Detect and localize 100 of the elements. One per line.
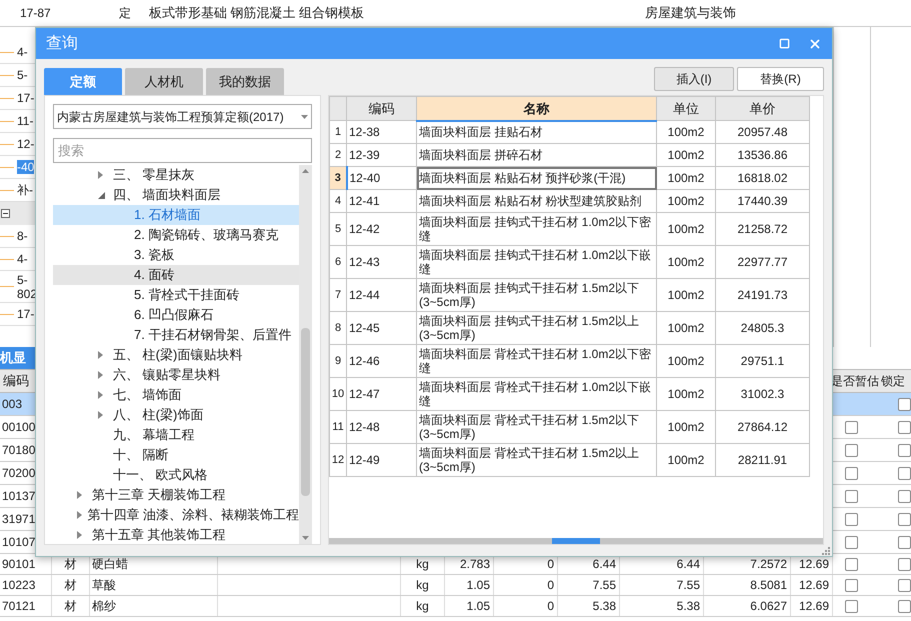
table-row[interactable]: 6 12-43 墙面块料面层 挂钩式干挂石材 1.0m2以下嵌缝 100m2 22977.77	[330, 246, 810, 278]
tree-item[interactable]: 九、 幕墙工程	[53, 425, 299, 445]
checkbox[interactable]	[845, 600, 858, 612]
tree-item[interactable]: 三、 零星抹灰	[53, 165, 299, 185]
tree-item[interactable]: 5. 背栓式干挂面砖	[53, 285, 299, 305]
tree-label: 七、 墙饰面	[113, 386, 182, 404]
scroll-thumb[interactable]	[301, 328, 310, 496]
checkbox[interactable]	[845, 536, 858, 548]
collapsed-triangle-icon[interactable]	[77, 491, 82, 499]
checkbox[interactable]	[898, 558, 911, 570]
checkbox[interactable]	[898, 420, 911, 434]
column-header[interactable]: 名称	[416, 96, 656, 120]
close-icon[interactable]	[808, 36, 822, 50]
tree-item[interactable]: 2. 陶瓷锦砖、玻璃马赛克	[53, 225, 299, 245]
tree-item[interactable]: 七、 墙饰面	[53, 385, 299, 405]
table-row[interactable]: 8 12-45 墙面块料面层 挂钩式干挂石材 1.5m2以上(3~5cm厚) 100m2 24805.3	[330, 312, 810, 344]
column-header[interactable]: 单价	[716, 96, 810, 120]
column-header[interactable]: 单位	[656, 96, 716, 120]
table-row[interactable]: 12 12-49 墙面块料面层 背栓式干挂石材 1.5m2以上(3~5cm厚) 100m2 28211.91	[330, 444, 810, 476]
scroll-thumb[interactable]	[552, 538, 600, 544]
code-cell[interactable]: 12-	[17, 137, 34, 151]
table-row[interactable]: 10 12-47 墙面块料面层 背栓式干挂石材 1.0m2以下嵌缝 100m2 31002.3	[330, 378, 810, 410]
checkbox[interactable]	[845, 490, 858, 502]
table-row[interactable]: 9 12-46 墙面块料面层 背栓式干挂石材 1.0m2以下密缝 100m2 29751.1	[330, 344, 810, 378]
table-row[interactable]: 3 12-40 墙面块料面层 粘贴石材 预拌砂浆(干混) 100m2 16818.02	[330, 166, 810, 190]
table-cell: 12-38	[346, 120, 416, 144]
expanded-triangle-icon[interactable]	[98, 192, 105, 198]
checkbox[interactable]	[845, 444, 858, 456]
tree-item[interactable]: 八、 柱(梁)饰面	[53, 405, 299, 425]
collapsed-triangle-icon[interactable]	[77, 511, 82, 519]
table-row[interactable]: 11 12-48 墙面块料面层 背栓式干挂石材 1.5m2以下(3~5cm厚) 100m2 27864.12	[330, 410, 810, 444]
collapsed-triangle-icon[interactable]	[98, 351, 103, 359]
scrollbar[interactable]	[299, 165, 312, 544]
checkbox[interactable]	[845, 578, 858, 592]
action-button[interactable]: 替换(R)	[737, 67, 824, 91]
library-dropdown[interactable]: 内蒙古房屋建筑与装饰工程预算定额(2017)	[53, 104, 312, 129]
tree-item[interactable]: 7. 干挂石材钢骨架、后置件	[53, 325, 299, 345]
horizontal-scrollbar[interactable]	[329, 538, 823, 544]
tree-item[interactable]: 3. 瓷板	[53, 245, 299, 265]
maximize-icon[interactable]	[779, 38, 790, 49]
checkbox[interactable]	[898, 444, 911, 456]
table-row[interactable]: 2 12-39 墙面块料面层 拼碎石材 100m2 13536.86	[330, 144, 810, 166]
checkbox[interactable]	[845, 466, 858, 480]
search-field[interactable]: 搜索	[53, 138, 312, 163]
collapsed-triangle-icon[interactable]	[77, 531, 82, 539]
code-cell[interactable]: 4-	[17, 252, 28, 266]
tab[interactable]: 我的数据	[206, 68, 284, 95]
scroll-down-icon[interactable]	[302, 536, 309, 540]
code-cell[interactable]: 11-	[17, 114, 34, 128]
action-button[interactable]: 插入(I)	[654, 67, 734, 91]
checkbox[interactable]	[898, 512, 911, 526]
table-row[interactable]: 7 12-44 墙面块料面层 挂钩式干挂石材 1.5m2以下(3~5cm厚) 100m2 24191.73	[330, 278, 810, 312]
row-number: 11	[330, 410, 346, 444]
tree-item[interactable]: 第十四章 油漆、涂料、裱糊装饰工程	[53, 505, 299, 525]
code-cell[interactable]: 8-	[17, 229, 28, 243]
column-header[interactable]: 编码	[346, 96, 416, 120]
table-row[interactable]: 5 12-42 墙面块料面层 挂钩式干挂石材 1.0m2以下密缝 100m2 21258.72	[330, 212, 810, 246]
tree-item[interactable]: 十、 隔断	[53, 445, 299, 465]
code-cell[interactable]: 补-	[17, 183, 33, 197]
code-cell[interactable]: 17-	[17, 307, 34, 321]
checkbox[interactable]	[898, 536, 911, 548]
collapsed-triangle-icon[interactable]	[98, 411, 103, 419]
checkbox[interactable]	[845, 512, 858, 526]
tree-item[interactable]: 十一、 欧式风格	[53, 465, 299, 485]
code-cell[interactable]: 5-	[17, 68, 28, 82]
code-cell[interactable]: 17-	[17, 91, 34, 105]
table-row[interactable]: 70121 材 棉纱 kg 1.05 0 5.38 5.38 6.0627 12.69	[0, 596, 911, 617]
table-cell: 12-48	[346, 410, 416, 444]
checkbox[interactable]	[898, 600, 911, 612]
tree-item[interactable]: 四、 墙面块料面层	[53, 185, 299, 205]
checkbox[interactable]	[898, 578, 911, 592]
tree-item[interactable]: 4. 面砖	[53, 265, 299, 285]
collapse-box-icon[interactable]	[1, 209, 10, 218]
checkbox[interactable]	[898, 490, 911, 502]
row-number: 4	[330, 190, 346, 212]
checkbox[interactable]	[845, 420, 858, 434]
checkbox[interactable]	[845, 558, 858, 570]
table-cell-text: 12.69	[798, 556, 829, 573]
tree-item[interactable]: 第十三章 天棚装饰工程	[53, 485, 299, 505]
tree-item[interactable]: 第十五章 其他装饰工程	[53, 525, 299, 544]
tree-item[interactable]: 1. 石材墙面	[53, 205, 299, 225]
resize-grip-icon[interactable]	[822, 547, 830, 555]
collapsed-triangle-icon[interactable]	[98, 171, 103, 179]
tree-item[interactable]: 六、 镶贴零星块料	[53, 365, 299, 385]
table-cell-text: 材	[64, 577, 76, 594]
checkbox[interactable]	[898, 466, 911, 480]
tab[interactable]: 人材机	[125, 68, 203, 95]
table-cell: 12-44	[346, 278, 416, 312]
collapsed-triangle-icon[interactable]	[98, 391, 103, 399]
dropdown-caret-icon[interactable]	[301, 114, 308, 118]
code-cell[interactable]: 4-	[17, 45, 28, 59]
table-row[interactable]: 4 12-41 墙面块料面层 粘贴石材 粉状型建筑胶贴剂 100m2 17440.39	[330, 190, 810, 212]
tree-item[interactable]: 五、 柱(梁)面镶贴块料	[53, 345, 299, 365]
table-row[interactable]: 1 12-38 墙面块料面层 挂贴石材 100m2 20957.48	[330, 120, 810, 144]
checkbox[interactable]	[898, 398, 911, 410]
table-row[interactable]: 10223 材 草酸 kg 1.05 0 7.55 7.55 8.5081 12.69	[0, 575, 911, 596]
scroll-up-icon[interactable]	[302, 169, 309, 173]
collapsed-triangle-icon[interactable]	[98, 371, 103, 379]
table-cell-text: 00100	[2, 419, 36, 436]
tree-item[interactable]: 6. 凹凸假麻石	[53, 305, 299, 325]
